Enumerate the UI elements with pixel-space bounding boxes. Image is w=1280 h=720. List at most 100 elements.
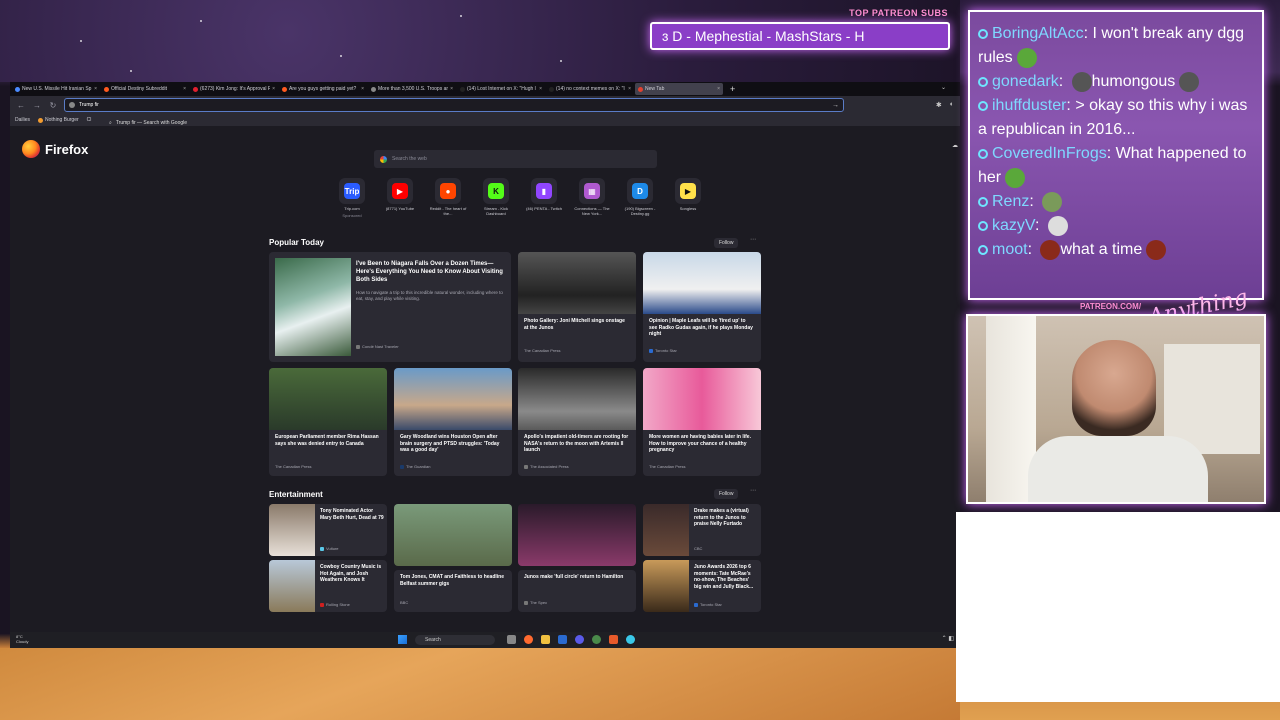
story-card[interactable]: Photo Gallery: Joni Mitchell sings onsta… [518, 252, 636, 362]
tab-close-icon[interactable]: × [628, 86, 631, 92]
browser-tab[interactable]: (6273) Kim Jong: It's Approval R × [190, 83, 278, 95]
url-input[interactable]: Trump fir [79, 102, 99, 108]
shortcut-tile[interactable]: ▦ Connections — The New York... [574, 178, 610, 218]
patreon-subs-label: TOP PATREON SUBS [849, 8, 948, 18]
bookmark-cl[interactable]: Cl [87, 117, 92, 123]
new-tab-page: Firefox ☁ Search the web Trip Trip.com Spo… [10, 126, 960, 648]
extensions-icon[interactable]: ✱ [936, 101, 942, 109]
chat-message: kazyV: [978, 214, 1254, 238]
forward-button[interactable]: → [32, 101, 42, 110]
shortcut-tile[interactable]: ▶ (8771) YouTube [383, 178, 417, 218]
browser-tab[interactable]: New Tab × [635, 83, 723, 95]
chat-username[interactable]: kazyV [992, 217, 1035, 234]
user-badge-icon [978, 148, 988, 159]
browser-tab[interactable]: Official Destiny Subreddit × [101, 83, 189, 95]
streamer-shirt [1028, 436, 1208, 502]
list-all-tabs-button[interactable]: ⌄ [941, 84, 946, 91]
story-source: BBC [400, 600, 409, 605]
app-icon[interactable] [558, 635, 567, 644]
shortcut-label: (190) Bigscreen - Destiny.gg [624, 206, 656, 216]
discord-icon[interactable] [575, 635, 584, 644]
shortcut-icon: D [632, 183, 648, 199]
shortcut-tile[interactable]: D (190) Bigscreen - Destiny.gg [623, 178, 657, 218]
app-icon[interactable] [609, 635, 618, 644]
shortcut-tile[interactable]: ▶ Songless [671, 178, 705, 218]
tab-close-icon[interactable]: × [94, 86, 97, 92]
system-tray[interactable]: ⌃ ◧ [942, 635, 954, 642]
chat-username[interactable]: ihuffduster [992, 97, 1066, 114]
story-image-tile[interactable] [518, 504, 636, 566]
story-card[interactable]: Tony Nominated Actor Mary Beth Hurt, Dea… [269, 504, 387, 556]
chat-message: gonedark: humongous [978, 70, 1254, 94]
shortcuts-row: Trip Trip.com Sponsored ▶ (8771) YouTube ● Red… [335, 178, 705, 218]
firefox-taskbar-icon[interactable] [524, 635, 533, 644]
story-card[interactable]: Cowboy Country Music is Hot Again, and J… [269, 560, 387, 612]
taskbar-weather[interactable]: 8°C Cloudy [16, 634, 28, 644]
popular-follow-button[interactable]: Follow [714, 238, 739, 248]
shortcut-tile[interactable]: ▮ (46) PENTA - Twitch [526, 178, 562, 218]
go-arrow-icon[interactable]: → [832, 102, 839, 109]
shortcut-tile[interactable]: Trip Trip.com Sponsored [335, 178, 369, 218]
bookmark-dailies[interactable]: Dailies [15, 117, 30, 123]
chat-username[interactable]: BoringAltAcc [992, 25, 1084, 42]
chrome-icon[interactable] [592, 635, 601, 644]
tab-close-icon[interactable]: × [450, 86, 453, 92]
browser-tab[interactable]: (14) Lost Internet on X: "Hugh l × [457, 83, 545, 95]
story-image-tile[interactable] [394, 504, 512, 566]
chat-emote-icon [1042, 191, 1063, 212]
app-icon[interactable] [626, 635, 635, 644]
web-search-box[interactable]: Search the web [374, 150, 657, 168]
entertainment-more-button[interactable]: ⋯ [750, 487, 756, 494]
story-card[interactable]: European Parliament member Rima Hassan s… [269, 368, 387, 476]
chat-message: BoringAltAcc: I won't break any dgg rule… [978, 22, 1254, 70]
browser-tab[interactable]: More than 3,500 U.S. Troops ar × [368, 83, 456, 95]
account-icon[interactable]: ◐ [950, 101, 954, 109]
shortcut-tile[interactable]: ● Reddit - The heart of the... [430, 178, 466, 218]
chat-username[interactable]: gonedark [992, 73, 1059, 90]
tab-close-icon[interactable]: × [539, 86, 542, 92]
featured-story-card[interactable]: I've Been to Niagara Falls Over a Dozen … [269, 252, 511, 362]
tab-favicon-icon [460, 86, 465, 92]
url-bar[interactable]: Trump fir → [64, 98, 844, 112]
story-card[interactable]: Junos make 'full circle' return to Hamil… [518, 570, 636, 612]
story-card[interactable]: Juno Awards 2026 top 6 moments: Tate McR… [643, 560, 761, 612]
taskbar-search[interactable]: Search [415, 635, 495, 645]
chat-username[interactable]: moot [992, 241, 1028, 258]
story-card[interactable]: Opinion | Maple Leafs will be 'fired up'… [643, 252, 761, 362]
popular-more-button[interactable]: ⋯ [750, 236, 756, 243]
new-tab-button[interactable]: + [730, 84, 735, 94]
tab-title: (14) no context memes on X: "I [556, 86, 625, 92]
tab-favicon-icon [549, 86, 554, 92]
story-image [643, 504, 689, 556]
task-view-icon[interactable] [507, 635, 516, 644]
tab-close-icon[interactable]: × [717, 86, 720, 92]
windows-taskbar: 8°C Cloudy Search ⌃ ◧ [10, 632, 960, 648]
chat-message: CoveredInFrogs: What happened to her [978, 142, 1254, 190]
shortcut-tile[interactable]: K Stream - Kick Dashboard [479, 178, 513, 218]
back-button[interactable]: ← [16, 101, 26, 110]
reload-button[interactable]: ↻ [48, 101, 58, 110]
tab-close-icon[interactable]: × [183, 86, 186, 92]
browser-tab[interactable]: (14) no context memes on X: "I × [546, 83, 634, 95]
browser-tab[interactable]: Are you guys getting paid yet? × [279, 83, 367, 95]
story-card[interactable]: Apollo's impatient old-timers are rootin… [518, 368, 636, 476]
chat-message: moot: what a time [978, 238, 1254, 262]
story-card[interactable]: Gary Woodland wins Houston Open after br… [394, 368, 512, 476]
story-card[interactable]: Drake makes a (virtual) return to the Ju… [643, 504, 761, 556]
tab-close-icon[interactable]: × [272, 86, 275, 92]
browser-tab[interactable]: New U.S. Missile Hit Iranian Sp × [12, 83, 100, 95]
shortcut-icon: K [488, 183, 504, 199]
weather-icon[interactable]: ☁ [952, 142, 958, 149]
file-explorer-icon[interactable] [541, 635, 550, 644]
search-engine-icon[interactable] [69, 102, 75, 108]
windows-start-icon[interactable] [398, 635, 407, 644]
story-card[interactable]: Tom Jones, CMAT and Faithless to headlin… [394, 570, 512, 612]
entertainment-follow-button[interactable]: Follow [714, 489, 739, 499]
weather-desc: Cloudy [16, 639, 29, 644]
tab-close-icon[interactable]: × [361, 86, 364, 92]
story-card[interactable]: More women are having babies later in li… [643, 368, 761, 476]
chat-username[interactable]: CoveredInFrogs [992, 145, 1107, 162]
chat-username[interactable]: Renz [992, 193, 1029, 210]
bookmark-nothing-burger[interactable]: Nothing Burger [38, 117, 79, 123]
white-overlay-block [956, 512, 1280, 702]
